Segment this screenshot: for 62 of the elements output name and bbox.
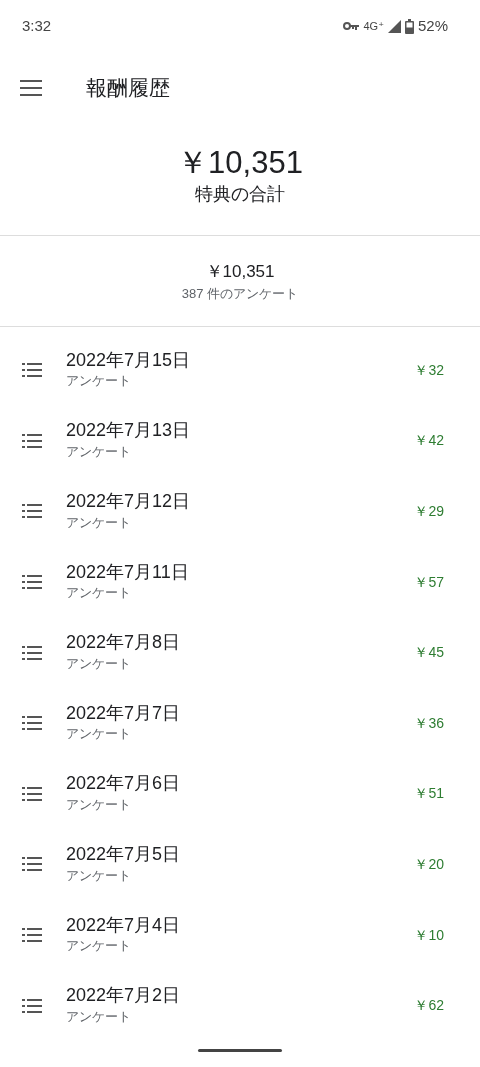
reward-type: アンケート [66, 866, 132, 885]
battery-percent: 52% [417, 15, 448, 36]
list-icon [22, 716, 42, 731]
reward-row[interactable]: 2022年7月12日 アンケート ￥29 [0, 476, 480, 547]
reward-row[interactable]: 2022年7月5日 アンケート ￥20 [0, 829, 480, 900]
reward-amount: ￥29 [414, 502, 444, 521]
reward-row[interactable]: 2022年7月8日 アンケート ￥45 [0, 617, 480, 688]
reward-row[interactable]: 2022年7月13日 アンケート ￥42 [0, 405, 480, 477]
reward-row[interactable]: 2022年7月7日 アンケート ￥36 [0, 687, 480, 759]
list-icon [22, 504, 42, 519]
list-icon [22, 645, 42, 660]
reward-date: 2022年7月5日 [66, 843, 182, 866]
reward-row[interactable]: 2022年7月15日 アンケート ￥32 [0, 335, 480, 406]
reward-date: 2022年7月12日 [66, 490, 192, 513]
reward-type: アンケート [66, 654, 132, 673]
reward-row[interactable]: 2022年7月11日 アンケート ￥57 [0, 546, 480, 618]
total-label: 特典の合計 [195, 183, 285, 207]
total-amount: ￥10,351 [177, 144, 303, 182]
reward-type: アンケート [66, 513, 132, 532]
reward-type: アンケート [66, 442, 132, 461]
reward-amount: ￥57 [414, 572, 444, 592]
key-icon [343, 21, 360, 31]
reward-amount: ￥10 [414, 925, 444, 945]
menu-icon[interactable] [20, 80, 42, 96]
reward-date: 2022年7月7日 [66, 702, 182, 725]
reward-amount: ￥32 [414, 360, 444, 380]
network-type: 4G⁺ [363, 18, 384, 34]
reward-date: 2022年7月13日 [66, 420, 192, 442]
reward-amount: ￥36 [414, 713, 444, 733]
battery-icon [404, 18, 414, 34]
list-icon [22, 786, 42, 801]
page-title: 報酬履歴 [86, 75, 170, 102]
reward-row[interactable]: 2022年7月2日 アンケート ￥62 [0, 970, 480, 1041]
reward-date: 2022年7月2日 [66, 985, 182, 1007]
summary-amount: ￥10,351 [205, 260, 275, 283]
reward-date: 2022年7月15日 [66, 349, 192, 372]
reward-date: 2022年7月8日 [66, 632, 182, 654]
reward-type: アンケート [66, 1007, 132, 1026]
list-icon [22, 363, 42, 378]
reward-amount: ￥42 [414, 431, 444, 451]
list-icon [22, 575, 42, 590]
list-icon [22, 998, 42, 1013]
reward-amount: ￥62 [414, 996, 444, 1016]
list-icon [22, 433, 42, 448]
reward-amount: ￥20 [414, 854, 444, 874]
reward-type: アンケート [66, 725, 132, 744]
list-icon [22, 857, 42, 872]
reward-amount: ￥45 [414, 643, 444, 663]
reward-amount: ￥51 [414, 784, 444, 804]
reward-date: 2022年7月11日 [66, 561, 190, 584]
reward-date: 2022年7月4日 [66, 914, 182, 937]
reward-row[interactable]: 2022年7月6日 アンケート ￥51 [0, 758, 480, 830]
reward-type: アンケート [66, 937, 132, 956]
signal-icon [387, 19, 401, 33]
list-icon [22, 928, 42, 943]
reward-type: アンケート [66, 584, 132, 603]
reward-row[interactable]: 2022年7月4日 アンケート ￥10 [0, 899, 480, 971]
survey-count: 387 件のアンケート [181, 285, 299, 303]
reward-type: アンケート [66, 372, 132, 391]
reward-date: 2022年7月6日 [66, 773, 182, 795]
clock-time: 3:32 [22, 15, 52, 36]
reward-type: アンケート [66, 795, 132, 814]
